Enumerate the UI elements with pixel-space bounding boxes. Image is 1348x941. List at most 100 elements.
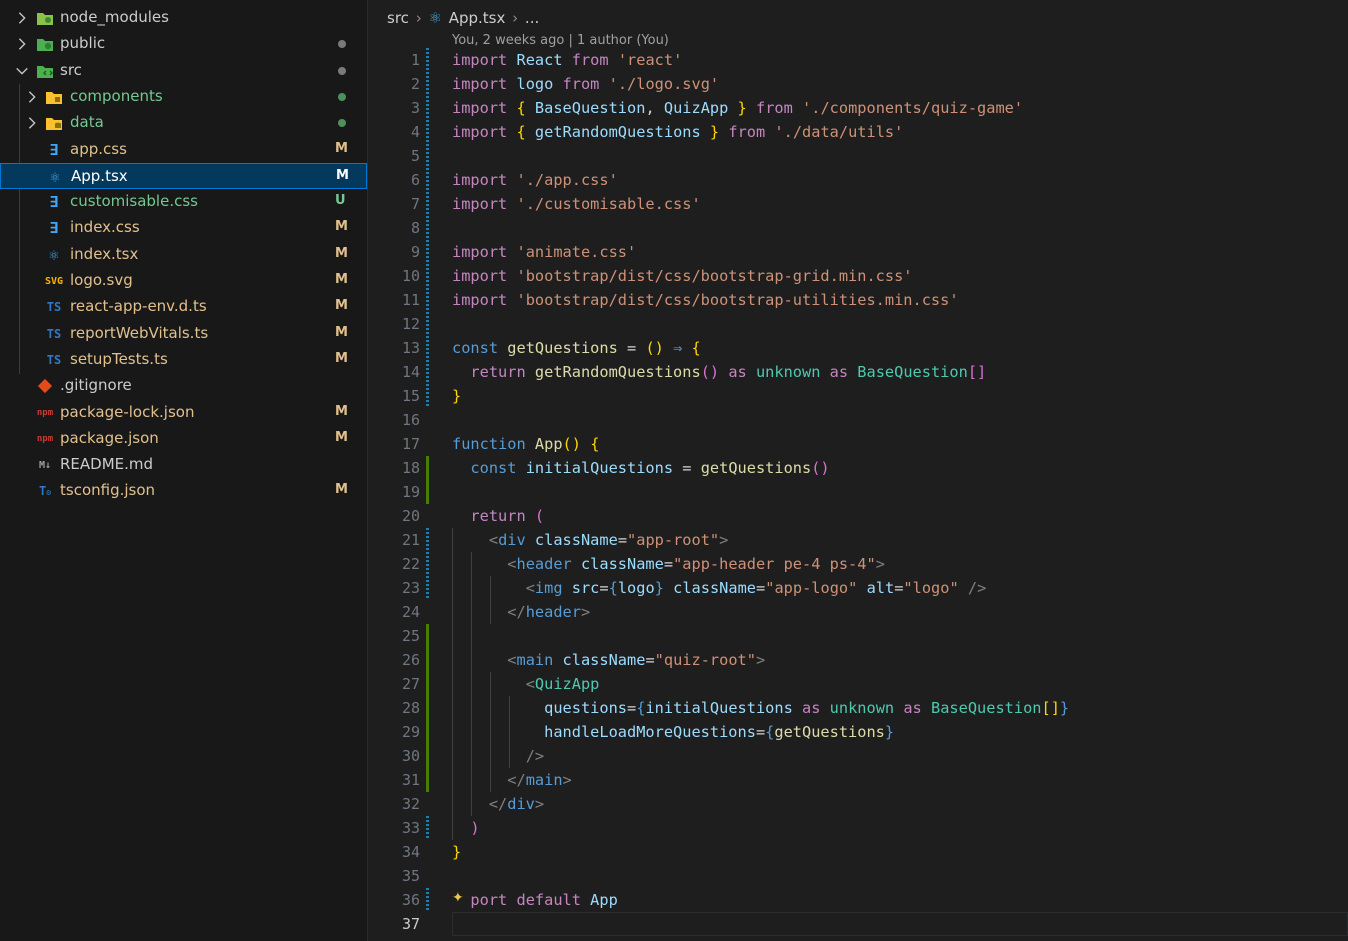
- code-line[interactable]: 1 import React from 'react': [368, 48, 1348, 72]
- git-modified-marker[interactable]: [426, 288, 429, 312]
- code-line[interactable]: 10 import 'bootstrap/dist/css/bootstrap-g…: [368, 264, 1348, 288]
- git-added-marker[interactable]: [426, 768, 429, 792]
- git-added-marker[interactable]: [426, 456, 429, 480]
- tree-item[interactable]: components: [0, 84, 367, 110]
- git-modified-marker[interactable]: [426, 336, 429, 360]
- tree-item[interactable]: ∃ app.css M: [0, 137, 367, 163]
- tree-item[interactable]: node_modules: [0, 5, 367, 31]
- tree-item[interactable]: M↓ README.md: [0, 452, 367, 478]
- git-modified-marker[interactable]: [426, 72, 429, 96]
- git-blame-lens[interactable]: You, 2 weeks ago | 1 author (You): [452, 33, 669, 48]
- git-modified-marker[interactable]: [426, 360, 429, 384]
- code-line[interactable]: 35: [368, 864, 1348, 888]
- git-modified-marker[interactable]: [426, 888, 429, 912]
- code-line[interactable]: 21 <div className="app-root">: [368, 528, 1348, 552]
- tree-item[interactable]: public: [0, 31, 367, 57]
- code-line[interactable]: 3 import { BaseQuestion, QuizApp } from '…: [368, 96, 1348, 120]
- code-line[interactable]: 24 </header>: [368, 600, 1348, 624]
- code-line[interactable]: 19: [368, 480, 1348, 504]
- code-line[interactable]: 18 const initialQuestions = getQuestions…: [368, 456, 1348, 480]
- tree-item[interactable]: npm package.json M: [0, 426, 367, 452]
- code-line[interactable]: 33 ): [368, 816, 1348, 840]
- tree-item[interactable]: TS setupTests.ts M: [0, 347, 367, 373]
- git-modified-marker[interactable]: [426, 168, 429, 192]
- git-modified-marker[interactable]: [426, 528, 429, 552]
- git-modified-marker[interactable]: [426, 576, 429, 600]
- code-line[interactable]: 36 port default App: [368, 888, 1348, 912]
- chevron-right-icon[interactable]: [25, 90, 39, 104]
- tree-item[interactable]: ∃ customisable.css U: [0, 189, 367, 215]
- code-line[interactable]: 12: [368, 312, 1348, 336]
- code-line[interactable]: 15}: [368, 384, 1348, 408]
- code-line[interactable]: 9 import 'animate.css': [368, 240, 1348, 264]
- chevron-right-icon[interactable]: [25, 116, 39, 130]
- tree-item[interactable]: ∃ index.css M: [0, 215, 367, 241]
- code-editor[interactable]: src › ⚛ App.tsx › ... You, 2 weeks ago |…: [368, 0, 1348, 941]
- tree-item[interactable]: .gitignore: [0, 373, 367, 399]
- git-modified-marker[interactable]: [426, 264, 429, 288]
- code-line[interactable]: 14 return getRandomQuestions() as unknow…: [368, 360, 1348, 384]
- code-line[interactable]: 20 return (: [368, 504, 1348, 528]
- git-modified-marker[interactable]: [426, 192, 429, 216]
- code-line[interactable]: 27 <QuizApp: [368, 672, 1348, 696]
- git-modified-marker[interactable]: [426, 816, 429, 840]
- code-line[interactable]: 34}: [368, 840, 1348, 864]
- code-line[interactable]: 16: [368, 408, 1348, 432]
- git-modified-marker[interactable]: [426, 240, 429, 264]
- code-line[interactable]: 25: [368, 624, 1348, 648]
- code-line[interactable]: 28 questions={initialQuestions as unknow…: [368, 696, 1348, 720]
- code-line[interactable]: 5: [368, 144, 1348, 168]
- tree-item[interactable]: ⚛ index.tsx M: [0, 242, 367, 268]
- tree-item-label: react-app-env.d.ts: [70, 297, 207, 316]
- breadcrumb-symbol[interactable]: ...: [525, 9, 539, 27]
- git-modified-marker[interactable]: [426, 216, 429, 240]
- code-line[interactable]: 17 function App() {: [368, 432, 1348, 456]
- tree-item[interactable]: T⚙ tsconfig.json M: [0, 478, 367, 504]
- chevron-right-icon[interactable]: [15, 11, 29, 25]
- code-line[interactable]: 32 </div>: [368, 792, 1348, 816]
- git-modified-marker[interactable]: [426, 144, 429, 168]
- breadcrumb-folder[interactable]: src: [387, 9, 409, 27]
- tree-item[interactable]: ⚛ App.tsx M: [0, 162, 367, 189]
- sparkle-icon[interactable]: ✦: [452, 890, 464, 906]
- code-line[interactable]: 8: [368, 216, 1348, 240]
- chevron-down-icon[interactable]: [15, 64, 29, 78]
- git-added-marker[interactable]: [426, 720, 429, 744]
- code-line[interactable]: 11 import 'bootstrap/dist/css/bootstrap-u…: [368, 288, 1348, 312]
- tree-item[interactable]: npm package-lock.json M: [0, 400, 367, 426]
- code-line[interactable]: 6 import './app.css': [368, 168, 1348, 192]
- code-line[interactable]: 2 import logo from './logo.svg': [368, 72, 1348, 96]
- git-added-marker[interactable]: [426, 696, 429, 720]
- git-modified-marker[interactable]: [426, 48, 429, 72]
- git-added-marker[interactable]: [426, 480, 429, 504]
- code-line[interactable]: 30 />: [368, 744, 1348, 768]
- git-added-marker[interactable]: [426, 672, 429, 696]
- tree-item[interactable]: src: [0, 58, 367, 84]
- git-added-marker[interactable]: [426, 624, 429, 648]
- code-line[interactable]: 26 <main className="quiz-root">: [368, 648, 1348, 672]
- code-line[interactable]: 13 const getQuestions = () ⇒ {: [368, 336, 1348, 360]
- chevron-right-icon[interactable]: [15, 37, 29, 51]
- code-text: ): [452, 816, 479, 840]
- code-line[interactable]: 7 import './customisable.css': [368, 192, 1348, 216]
- code-line[interactable]: 22 <header className="app-header pe-4 ps…: [368, 552, 1348, 576]
- code-line[interactable]: 29 handleLoadMoreQuestions={getQuestions…: [368, 720, 1348, 744]
- git-modified-marker[interactable]: [426, 120, 429, 144]
- git-added-marker[interactable]: [426, 744, 429, 768]
- tree-item[interactable]: data: [0, 110, 367, 136]
- code-line[interactable]: 23 <img src={logo} className="app-logo" …: [368, 576, 1348, 600]
- code-line[interactable]: 4 import { getRandomQuestions } from './d…: [368, 120, 1348, 144]
- tree-item[interactable]: SVG logo.svg M: [0, 268, 367, 294]
- git-modified-marker[interactable]: [426, 96, 429, 120]
- git-added-marker[interactable]: [426, 648, 429, 672]
- breadcrumb-file[interactable]: App.tsx: [449, 9, 506, 27]
- code-line[interactable]: 37: [368, 912, 1348, 936]
- tree-item[interactable]: TS react-app-env.d.ts M: [0, 294, 367, 320]
- git-modified-marker[interactable]: [426, 312, 429, 336]
- git-modified-marker[interactable]: [426, 552, 429, 576]
- code-line[interactable]: 31 </main>: [368, 768, 1348, 792]
- git-modified-marker[interactable]: [426, 384, 429, 408]
- tree-item[interactable]: TS reportWebVitals.ts M: [0, 321, 367, 347]
